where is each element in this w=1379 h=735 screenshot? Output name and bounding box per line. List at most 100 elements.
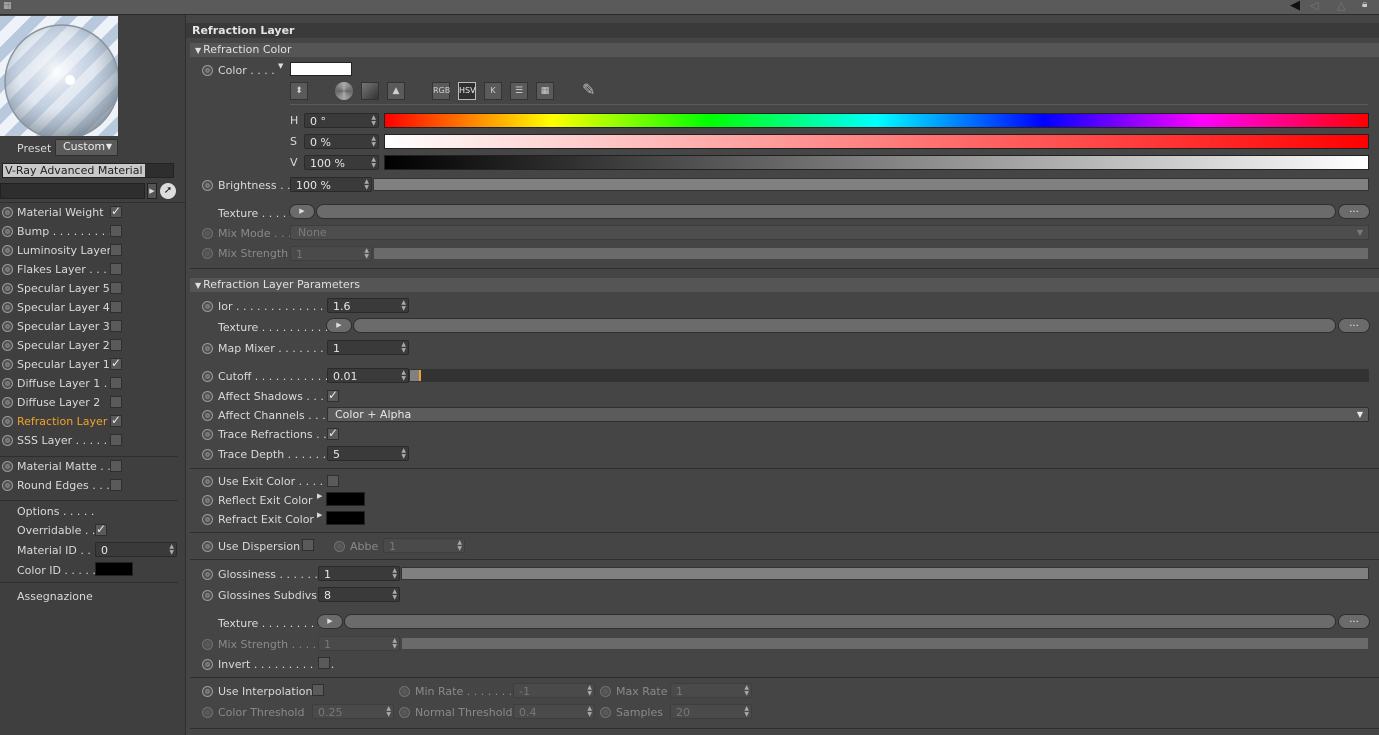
- spinner-icon[interactable]: ▲ ▼: [364, 179, 369, 191]
- normal-threshold-radio[interactable]: [399, 707, 410, 718]
- invert-checkbox[interactable]: [318, 657, 330, 669]
- use-exit-color-checkbox[interactable]: [327, 475, 339, 487]
- use-exit-color-radio[interactable]: [202, 476, 213, 487]
- eyedropper-icon[interactable]: ✎: [582, 80, 595, 99]
- extra-layer-label[interactable]: Material Matte . .: [17, 460, 111, 473]
- use-dispersion-checkbox[interactable]: [302, 539, 314, 551]
- trace-refractions-radio[interactable]: [202, 429, 213, 440]
- spinner-icon[interactable]: ▲ ▼: [392, 638, 397, 650]
- back-arrow-icon[interactable]: ◀: [1290, 0, 1300, 13]
- layer-checkbox[interactable]: [110, 339, 122, 351]
- layer-label[interactable]: Diffuse Layer 1 .: [17, 377, 107, 390]
- layer-radio[interactable]: [2, 359, 13, 370]
- texture-menu-button[interactable]: ▶: [289, 204, 315, 219]
- layer-label[interactable]: Flakes Layer . . .: [17, 263, 107, 276]
- layer-label[interactable]: Refraction Layer: [17, 415, 107, 428]
- glossiness-radio[interactable]: [202, 569, 213, 580]
- spinner-icon[interactable]: ▲ ▼: [744, 685, 749, 697]
- color-threshold-radio[interactable]: [202, 707, 213, 718]
- layer-label[interactable]: Specular Layer 3: [17, 320, 110, 333]
- gloss-mix-strength-field[interactable]: 1 ▲ ▼: [318, 636, 400, 651]
- gloss-texture-more-button[interactable]: ...: [1338, 614, 1370, 629]
- refract-exit-color-radio[interactable]: [202, 514, 213, 525]
- ior-radio[interactable]: [202, 301, 213, 312]
- spinner-icon[interactable]: ▲ ▼: [401, 448, 406, 460]
- layer-checkbox[interactable]: ✓: [110, 414, 122, 427]
- ior-texture-slot[interactable]: [353, 318, 1336, 333]
- swatches-icon[interactable]: ▦: [536, 82, 554, 100]
- use-interpolation-radio[interactable]: [202, 686, 213, 697]
- layer-radio[interactable]: [2, 302, 13, 313]
- cutoff-field[interactable]: 0.01 ▲ ▼: [327, 368, 409, 383]
- glossiness-field[interactable]: 1 ▲ ▼: [318, 566, 400, 581]
- gloss-texture-menu-button[interactable]: ▶: [317, 614, 343, 629]
- layer-radio[interactable]: [2, 207, 13, 218]
- reflect-exit-color-swatch[interactable]: [326, 492, 365, 506]
- spinner-icon[interactable]: ▲ ▼: [401, 300, 406, 312]
- affect-shadows-radio[interactable]: [202, 391, 213, 402]
- material-preview[interactable]: [0, 16, 118, 136]
- spinner-icon[interactable]: ▲ ▼: [371, 136, 376, 148]
- mix-strength-field[interactable]: 1 ▲ ▼: [290, 246, 372, 261]
- map-mixer-radio[interactable]: [202, 343, 213, 354]
- forward-arrow-icon[interactable]: ◁: [1310, 0, 1318, 12]
- spinner-icon[interactable]: ▲ ▼: [587, 706, 592, 718]
- trace-depth-field[interactable]: 5 ▲ ▼: [327, 446, 409, 461]
- brightness-radio[interactable]: [202, 180, 213, 191]
- color-radio[interactable]: [202, 65, 213, 76]
- affect-channels-dropdown[interactable]: Color + Alpha ▼: [327, 407, 1369, 422]
- glossiness-slider[interactable]: [401, 567, 1369, 580]
- saturation-field[interactable]: 0 % ▲ ▼: [304, 134, 379, 149]
- layer-radio[interactable]: [2, 283, 13, 294]
- abbe-radio[interactable]: [334, 541, 345, 552]
- layer-label[interactable]: Specular Layer 2: [17, 339, 110, 352]
- gloss-mix-strength-radio[interactable]: [202, 639, 213, 650]
- layer-label[interactable]: Luminosity Layer: [17, 244, 111, 257]
- layer-checkbox[interactable]: [110, 225, 122, 237]
- layer-checkbox[interactable]: ✓: [110, 205, 122, 218]
- layer-checkbox[interactable]: [110, 434, 122, 446]
- trace-depth-radio[interactable]: [202, 449, 213, 460]
- gloss-subdivs-radio[interactable]: [202, 590, 213, 601]
- brightness-field[interactable]: 100 % ▲ ▼: [290, 177, 372, 192]
- grip-icon[interactable]: ▦: [3, 1, 12, 11]
- spinner-icon[interactable]: ▲ ▼: [371, 157, 376, 169]
- spinner-icon[interactable]: ▲ ▼: [392, 589, 397, 601]
- cutoff-slider[interactable]: [409, 369, 1369, 382]
- cutoff-slider-handle[interactable]: [419, 370, 421, 381]
- layer-checkbox[interactable]: [110, 282, 122, 294]
- layer-checkbox[interactable]: [110, 263, 122, 275]
- abbe-field[interactable]: 1 ▲ ▼: [383, 538, 465, 553]
- spinner-icon[interactable]: ▲ ▼: [371, 115, 376, 127]
- extra-layer-label[interactable]: Round Edges . . .: [17, 479, 110, 492]
- sliders-icon[interactable]: ☰: [510, 82, 528, 100]
- normal-threshold-field[interactable]: 0.4 ▲ ▼: [513, 704, 595, 719]
- spinner-icon[interactable]: ▲ ▼: [364, 248, 369, 260]
- layer-radio[interactable]: [2, 245, 13, 256]
- max-rate-radio[interactable]: [600, 686, 611, 697]
- color-wheel-icon[interactable]: [335, 82, 353, 100]
- hue-slider[interactable]: [384, 113, 1369, 128]
- spinner-icon[interactable]: ▲ ▼: [386, 706, 391, 718]
- link-field[interactable]: [0, 183, 145, 199]
- use-interpolation-checkbox[interactable]: [312, 684, 324, 696]
- refract-exit-color-swatch[interactable]: [326, 511, 365, 525]
- affect-channels-radio[interactable]: [202, 410, 213, 421]
- layer-checkbox[interactable]: [110, 396, 122, 408]
- spinner-icon[interactable]: ▲ ▼: [587, 685, 592, 697]
- color-gradient-icon[interactable]: [361, 82, 379, 100]
- refraction-params-header[interactable]: ▼ Refraction Layer Parameters: [190, 278, 1379, 292]
- color-spectrum-icon[interactable]: ⬍: [290, 82, 308, 100]
- spinner-icon[interactable]: ▲ ▼: [401, 370, 406, 382]
- layer-label[interactable]: Specular Layer 1: [17, 358, 110, 371]
- texture-more-button[interactable]: ...: [1338, 204, 1370, 219]
- refraction-color-header[interactable]: ▼ Refraction Color: [190, 43, 1379, 57]
- ior-texture-menu-button[interactable]: ▶: [326, 318, 352, 333]
- up-arrow-icon[interactable]: △: [1337, 0, 1345, 12]
- image-picker-icon[interactable]: ▲: [387, 82, 405, 100]
- map-mixer-field[interactable]: 1 ▲ ▼: [327, 340, 409, 355]
- min-rate-field[interactable]: -1 ▲ ▼: [513, 683, 595, 698]
- lock-icon[interactable]: 🔒︎: [1362, 0, 1367, 10]
- layer-radio[interactable]: [2, 226, 13, 237]
- layer-radio[interactable]: [2, 321, 13, 332]
